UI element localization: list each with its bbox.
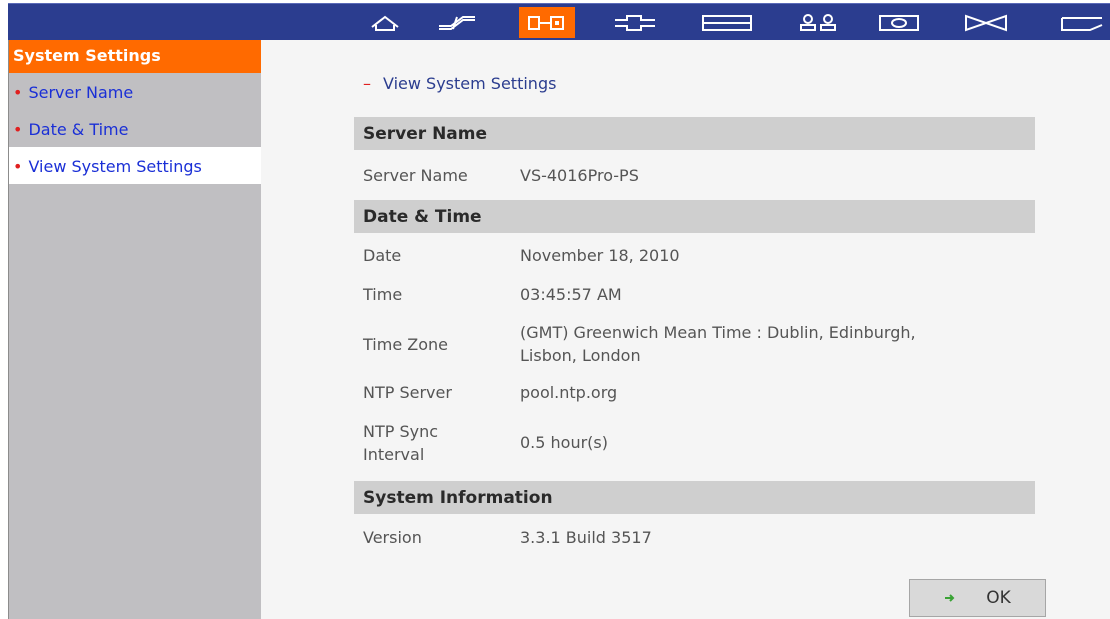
collapse-dash-icon: – — [363, 74, 371, 93]
field-value: 3.3.1 Build 3517 — [520, 528, 652, 547]
view-title: – View System Settings — [363, 74, 556, 93]
sidebar-item-label: Server Name — [28, 83, 134, 102]
top-nav-bar — [8, 3, 1110, 40]
field-label: Time — [363, 285, 403, 304]
section-header-date-time: Date & Time — [354, 200, 1035, 233]
field-label: NTP Sync — [363, 422, 439, 441]
sidebar-item-label: View System Settings — [28, 157, 202, 176]
field-label: Date — [363, 246, 402, 265]
arrow-right-icon — [945, 594, 955, 602]
ok-button[interactable]: OK — [909, 579, 1046, 617]
bullet-icon: • — [13, 120, 23, 139]
user-management-icon[interactable] — [790, 7, 846, 38]
section-header-system-information: System Information — [354, 481, 1035, 514]
ok-button-label: OK — [986, 588, 1011, 608]
field-value: VS-4016Pro-PS — [520, 166, 639, 185]
field-label: Interval — [363, 445, 425, 464]
field-value: November 18, 2010 — [520, 246, 680, 265]
access-right-icon[interactable] — [699, 7, 755, 38]
field-value: 0.5 hour(s) — [520, 433, 608, 452]
field-value: 03:45:57 AM — [520, 285, 622, 304]
main-panel: – View System Settings Server Name Server… — [261, 40, 1110, 619]
application-icon[interactable] — [958, 7, 1014, 38]
view-title-label: View System Settings — [383, 74, 557, 93]
field-value: Lisbon, London — [520, 346, 641, 365]
field-value: pool.ntp.org — [520, 383, 618, 402]
field-value: (GMT) Greenwich Mean Time : Dublin, Edin… — [520, 323, 916, 342]
sidebar-item-label: Date & Time — [28, 120, 129, 139]
field-label: Time Zone — [363, 335, 448, 354]
section-header-server-name: Server Name — [354, 117, 1035, 150]
quick-config-icon[interactable] — [429, 7, 485, 38]
system-admin-icon[interactable] — [519, 7, 575, 38]
backup-icon[interactable] — [1054, 7, 1110, 38]
bullet-icon: • — [13, 157, 23, 176]
disk-management-icon[interactable] — [607, 7, 663, 38]
sidebar-item-view-system-settings[interactable]: • View System Settings — [9, 147, 261, 184]
network-services-icon[interactable] — [871, 7, 927, 38]
sidebar-item-date-time[interactable]: • Date & Time — [9, 110, 261, 147]
field-label: Server Name — [363, 166, 468, 185]
sidebar-item-server-name[interactable]: • Server Name — [9, 73, 261, 110]
bullet-icon: • — [13, 83, 23, 102]
sidebar-header: System Settings — [9, 40, 261, 73]
home-icon[interactable] — [357, 7, 413, 38]
field-label: Version — [363, 528, 422, 547]
field-label: NTP Server — [363, 383, 452, 402]
sidebar: System Settings • Server Name • Date & Tim… — [8, 40, 261, 619]
